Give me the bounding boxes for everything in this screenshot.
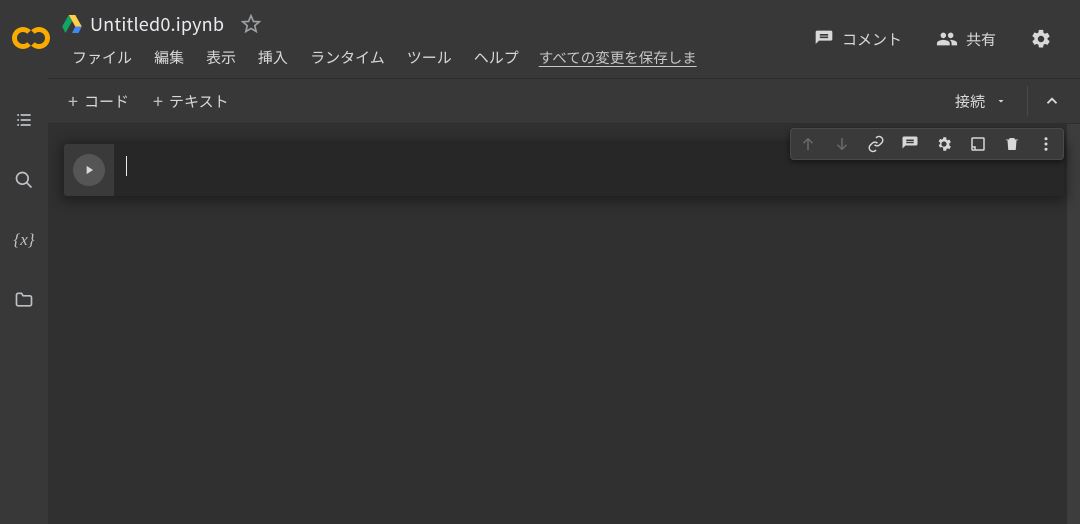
plus-icon: + xyxy=(153,92,163,110)
cell-delete-button[interactable] xyxy=(999,131,1025,157)
connect-label: 接続 xyxy=(955,91,985,112)
toc-button[interactable] xyxy=(8,104,40,136)
move-cell-down-button[interactable] xyxy=(829,131,855,157)
cell-comment-button[interactable] xyxy=(897,131,923,157)
cell-more-button[interactable] xyxy=(1033,131,1059,157)
settings-button[interactable] xyxy=(1024,22,1058,56)
menu-insert[interactable]: 挿入 xyxy=(248,43,298,72)
colab-logo[interactable] xyxy=(0,0,62,78)
link-icon xyxy=(867,135,885,153)
save-status-link[interactable]: すべての変更を保存しま xyxy=(539,47,697,68)
gear-icon xyxy=(935,135,953,153)
caret-down-icon xyxy=(995,95,1007,107)
comments-button[interactable]: コメント xyxy=(808,23,908,56)
share-button[interactable]: 共有 xyxy=(930,22,1002,56)
search-icon xyxy=(14,170,34,190)
app-header: Untitled0.ipynb ファイル 編集 表示 挿入 ランタイム ツール … xyxy=(0,0,1080,78)
menu-edit[interactable]: 編集 xyxy=(144,43,194,72)
menu-tools[interactable]: ツール xyxy=(397,43,462,72)
notebook-toolbar: + コード + テキスト 接続 xyxy=(48,78,1080,124)
find-button[interactable] xyxy=(8,164,40,196)
comments-label: コメント xyxy=(842,29,902,50)
gear-icon xyxy=(1030,28,1052,50)
add-code-label: コード xyxy=(84,91,129,112)
plus-icon: + xyxy=(68,92,78,110)
notebook-area xyxy=(48,124,1080,524)
variables-icon: {x} xyxy=(13,230,34,250)
doc-title[interactable]: Untitled0.ipynb xyxy=(90,11,224,37)
connect-button[interactable]: 接続 xyxy=(945,87,1017,116)
menu-view[interactable]: 表示 xyxy=(196,43,246,72)
arrow-down-icon xyxy=(833,135,851,153)
move-cell-up-button[interactable] xyxy=(795,131,821,157)
cell-mirror-button[interactable] xyxy=(965,131,991,157)
more-vert-icon xyxy=(1037,135,1055,153)
drive-icon xyxy=(62,15,82,33)
play-icon xyxy=(82,163,96,177)
comment-icon xyxy=(901,135,919,153)
cell-settings-button[interactable] xyxy=(931,131,957,157)
cell-link-button[interactable] xyxy=(863,131,889,157)
add-code-cell-button[interactable]: + コード xyxy=(56,87,141,116)
folder-icon xyxy=(14,290,34,310)
cell-toolbar xyxy=(790,128,1064,160)
people-icon xyxy=(936,28,958,50)
files-button[interactable] xyxy=(8,284,40,316)
menu-bar: ファイル 編集 表示 挿入 ランタイム ツール ヘルプ すべての変更を保存しま xyxy=(62,40,796,74)
collapse-header-button[interactable] xyxy=(1032,81,1072,121)
add-text-label: テキスト xyxy=(169,91,229,112)
menu-runtime[interactable]: ランタイム xyxy=(300,43,395,72)
trash-icon xyxy=(1003,135,1021,153)
left-rail: {x} xyxy=(0,78,48,524)
run-cell-button[interactable] xyxy=(73,154,105,186)
toc-icon xyxy=(14,110,34,130)
chevron-up-icon xyxy=(1043,92,1061,110)
text-cursor xyxy=(126,156,127,176)
add-text-cell-button[interactable]: + テキスト xyxy=(141,87,241,116)
menu-help[interactable]: ヘルプ xyxy=(464,43,529,72)
code-cell xyxy=(64,144,1064,196)
share-label: 共有 xyxy=(966,29,996,50)
variables-button[interactable]: {x} xyxy=(8,224,40,256)
vertical-scrollbar[interactable] xyxy=(1067,124,1080,524)
mirror-tab-icon xyxy=(969,135,987,153)
arrow-up-icon xyxy=(799,135,817,153)
menu-file[interactable]: ファイル xyxy=(62,43,142,72)
star-button[interactable] xyxy=(238,11,264,37)
comment-icon xyxy=(814,29,834,49)
